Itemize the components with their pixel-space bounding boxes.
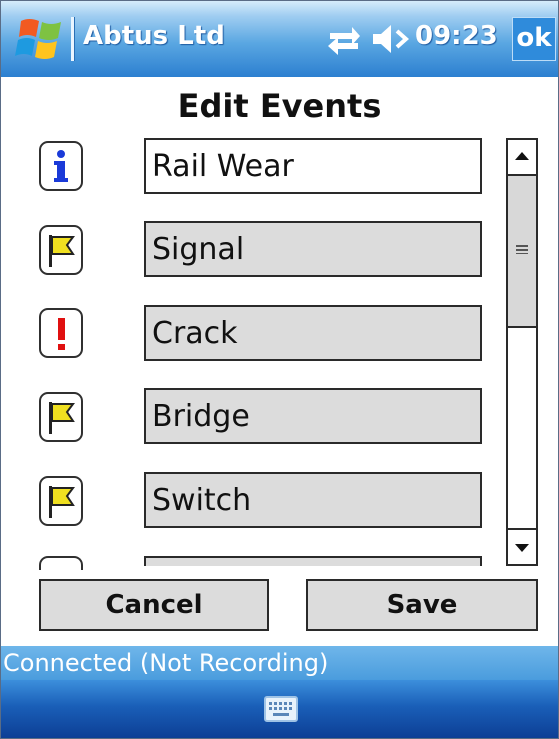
event-name-input[interactable] (144, 138, 482, 194)
event-type-button[interactable] (39, 556, 83, 570)
title-separator (71, 17, 74, 61)
status-bar: Connected (Not Recording) (1, 646, 558, 680)
event-type-button[interactable] (39, 141, 83, 191)
event-type-button[interactable] (39, 476, 83, 526)
clock-time[interactable]: 09:23 (415, 21, 498, 51)
vertical-scrollbar[interactable] (506, 138, 538, 566)
event-name-input[interactable] (144, 221, 482, 277)
speaker-volume-icon[interactable] (371, 21, 409, 57)
grip-icon (516, 245, 528, 254)
arrow-down-icon (515, 544, 529, 552)
sync-arrows-icon[interactable] (326, 23, 362, 57)
flag-icon (49, 402, 75, 434)
title-bar: Abtus Ltd 09:23 ok (1, 1, 558, 77)
event-type-button[interactable] (39, 225, 83, 275)
exclamation-icon (58, 318, 65, 350)
event-type-button[interactable] (39, 308, 83, 358)
scroll-thumb[interactable] (508, 176, 536, 328)
event-type-button[interactable] (39, 392, 83, 442)
scroll-down-button[interactable] (508, 528, 536, 564)
page-title: Edit Events (177, 87, 382, 125)
cancel-button[interactable]: Cancel (39, 579, 269, 631)
ok-button[interactable]: ok (512, 17, 556, 61)
scroll-up-button[interactable] (508, 140, 536, 176)
soft-menu-bar (1, 680, 558, 738)
app-title: Abtus Ltd (83, 21, 225, 51)
save-button[interactable]: Save (306, 579, 538, 631)
event-name-input[interactable] (144, 472, 482, 528)
windows-start-icon[interactable] (15, 13, 67, 63)
event-name-input[interactable] (144, 388, 482, 444)
event-name-input[interactable] (144, 305, 482, 361)
keyboard-icon[interactable] (264, 696, 298, 722)
device-screen: Abtus Ltd 09:23 ok Edit Events Rail Wear… (0, 0, 559, 739)
info-icon (54, 150, 68, 182)
flag-icon (49, 486, 75, 518)
event-name-input[interactable] (144, 556, 482, 566)
arrow-up-icon (515, 152, 529, 160)
flag-icon (49, 235, 75, 267)
